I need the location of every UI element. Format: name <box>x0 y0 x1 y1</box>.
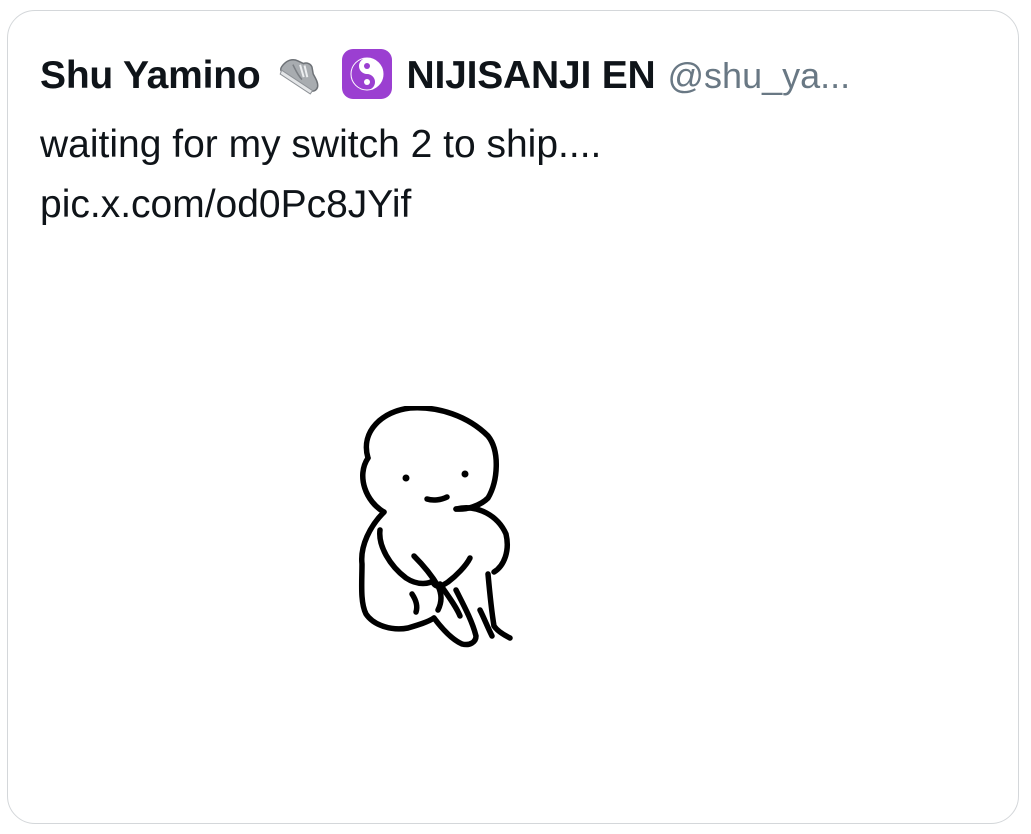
yin-yang-icon <box>341 49 393 103</box>
tweet-card[interactable]: Shu Yamino NIJISANJI EN @shu_ya... waiti… <box>7 10 1019 824</box>
tweet-text: waiting for my switch 2 to ship.... pic.… <box>40 115 990 235</box>
tweet-media-link[interactable]: pic.x.com/od0Pc8JYif <box>40 175 990 235</box>
sneaker-icon <box>275 51 327 102</box>
tweet-text-line: waiting for my switch 2 to ship.... <box>40 123 602 166</box>
display-name[interactable]: Shu Yamino <box>40 54 261 98</box>
tweet-header: Shu Yamino NIJISANJI EN @shu_ya... <box>40 49 990 103</box>
tweet-media-image[interactable] <box>338 405 538 666</box>
user-handle[interactable]: @shu_ya... <box>668 55 851 97</box>
sitting-doodle-figure-icon <box>358 405 513 648</box>
affiliation-label: NIJISANJI EN <box>406 54 656 97</box>
